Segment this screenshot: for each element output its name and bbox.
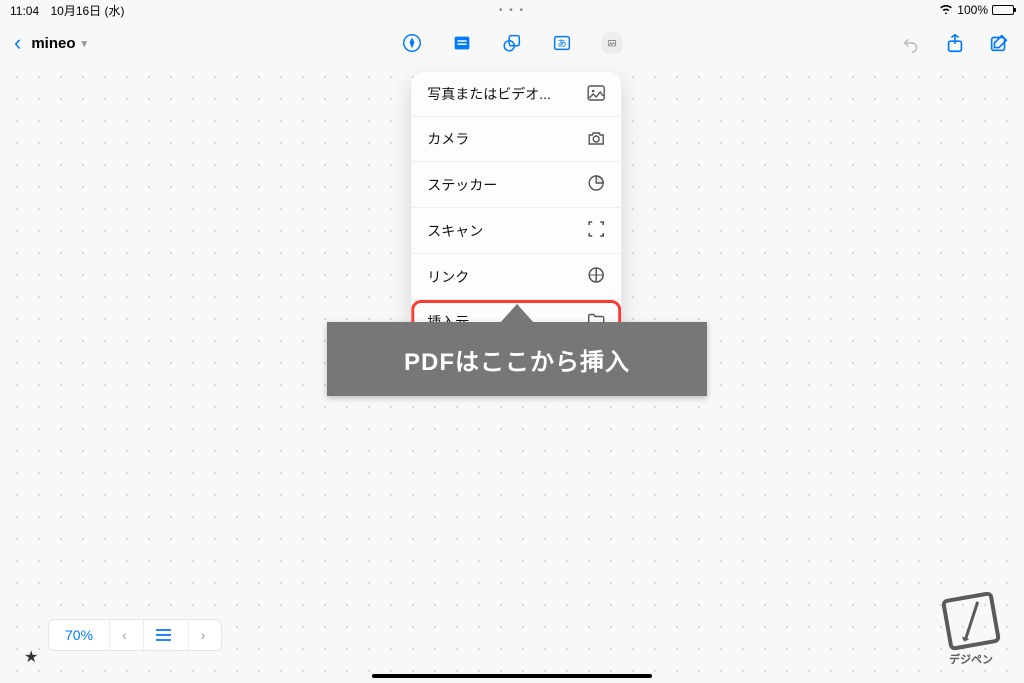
annotation-callout: PDFはここから挿入 bbox=[327, 322, 707, 396]
prev-page-button[interactable]: ‹ bbox=[109, 620, 139, 650]
zoom-level[interactable]: 70% bbox=[53, 620, 105, 650]
battery-icon bbox=[992, 5, 1014, 15]
compose-button[interactable] bbox=[988, 32, 1010, 54]
menu-label: 写真またはビデオ... bbox=[427, 84, 551, 104]
menu-label: ステッカー bbox=[427, 175, 497, 195]
share-button[interactable] bbox=[944, 32, 966, 54]
menu-label: カメラ bbox=[427, 129, 469, 149]
svg-text:あ: あ bbox=[557, 39, 566, 49]
menu-item-sticker[interactable]: ステッカー bbox=[411, 162, 621, 208]
watermark-label: デジペン bbox=[949, 651, 993, 667]
document-title: mineo bbox=[31, 35, 75, 52]
chevron-down-icon: ▾ bbox=[82, 37, 88, 50]
photo-icon bbox=[587, 85, 605, 104]
status-dots: • • • bbox=[499, 5, 525, 16]
top-toolbar: ‹ mineo ▾ あ bbox=[0, 26, 1024, 60]
menu-item-photo-video[interactable]: 写真またはビデオ... bbox=[411, 72, 621, 117]
favorite-button[interactable]: ★ bbox=[24, 647, 38, 667]
back-button[interactable]: ‹ bbox=[14, 30, 21, 56]
status-date: 10月16日 (水) bbox=[50, 4, 124, 18]
scan-icon bbox=[587, 220, 605, 241]
link-icon bbox=[587, 266, 605, 287]
text-recognition-tool-icon[interactable]: あ bbox=[551, 32, 573, 54]
callout-text: PDFはここから挿入 bbox=[404, 342, 630, 377]
menu-item-camera[interactable]: カメラ bbox=[411, 117, 621, 162]
page-list-button[interactable] bbox=[143, 620, 184, 650]
menu-label: リンク bbox=[427, 267, 469, 287]
center-tool-group: あ bbox=[401, 32, 623, 54]
right-tool-group bbox=[900, 32, 1010, 54]
pen-tool-icon[interactable] bbox=[401, 32, 423, 54]
shapes-tool-icon[interactable] bbox=[501, 32, 523, 54]
menu-item-link[interactable]: リンク bbox=[411, 254, 621, 300]
home-indicator bbox=[372, 674, 652, 678]
battery-percent: 100% bbox=[957, 3, 988, 17]
page-navigator: 70% ‹ › bbox=[48, 619, 222, 651]
watermark-logo: デジペン bbox=[936, 595, 1006, 669]
document-title-dropdown[interactable]: mineo ▾ bbox=[31, 35, 87, 52]
wifi-icon bbox=[939, 3, 953, 17]
menu-item-scan[interactable]: スキャン bbox=[411, 208, 621, 254]
text-box-tool-icon[interactable] bbox=[451, 32, 473, 54]
camera-icon bbox=[587, 130, 605, 149]
bottom-controls: 70% ‹ › ★ bbox=[24, 647, 38, 667]
insert-media-tool-icon[interactable] bbox=[601, 32, 623, 54]
status-time: 11:04 bbox=[10, 4, 39, 18]
undo-button[interactable] bbox=[900, 32, 922, 54]
sticker-icon bbox=[587, 174, 605, 195]
next-page-button[interactable]: › bbox=[188, 620, 218, 650]
ios-status-bar: 11:04 10月16日 (水) • • • 100% bbox=[0, 0, 1024, 20]
menu-label: スキャン bbox=[427, 221, 483, 241]
